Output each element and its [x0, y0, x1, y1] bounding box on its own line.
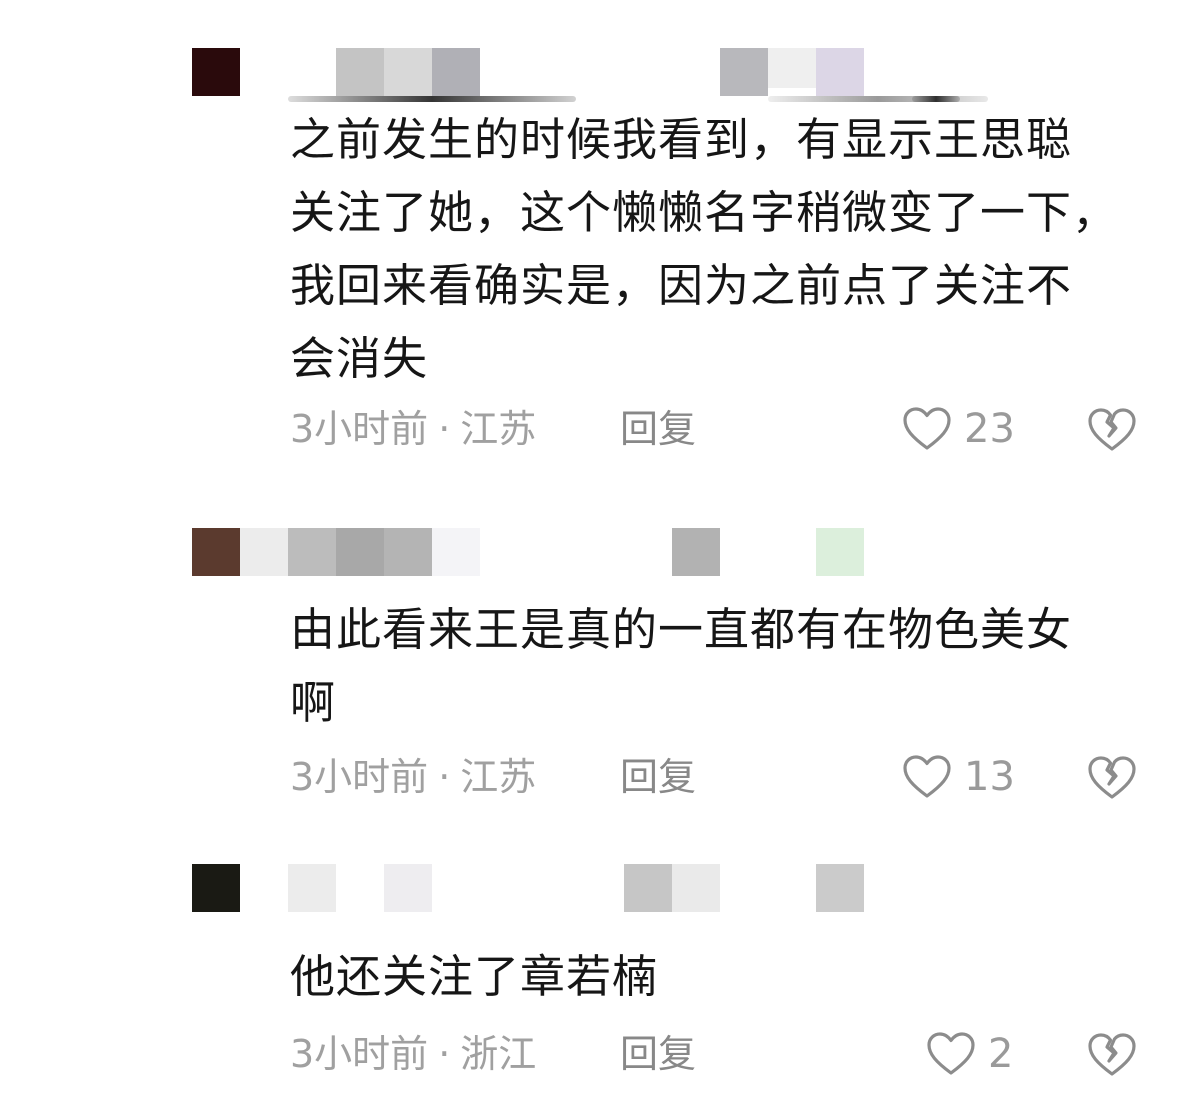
like-count: 2: [988, 1031, 1014, 1077]
username-pixelated[interactable]: [240, 864, 960, 912]
dislike-button[interactable]: [1086, 1028, 1138, 1080]
comment-text-line: 他还关注了章若楠: [290, 950, 659, 1003]
comment-text: 他还关注了章若楠: [290, 940, 1170, 1013]
avatar[interactable]: [192, 864, 240, 912]
comment-location: 浙江: [460, 1032, 537, 1076]
like-button[interactable]: 2: [926, 1028, 1013, 1080]
comment-item: 他还关注了章若楠 3小时前 · 浙江 回复 2: [0, 0, 1200, 1110]
broken-heart-icon: [1088, 1033, 1136, 1076]
heart-outline-icon: [927, 1032, 975, 1075]
comment-meta: 3小时前 · 浙江 回复 2: [290, 1028, 1170, 1080]
separator: ·: [438, 1032, 451, 1076]
reply-button[interactable]: 回复: [620, 1028, 696, 1080]
comment-time-location: 3小时前 · 浙江: [290, 1028, 536, 1080]
comment-time: 3小时前: [290, 1032, 429, 1076]
